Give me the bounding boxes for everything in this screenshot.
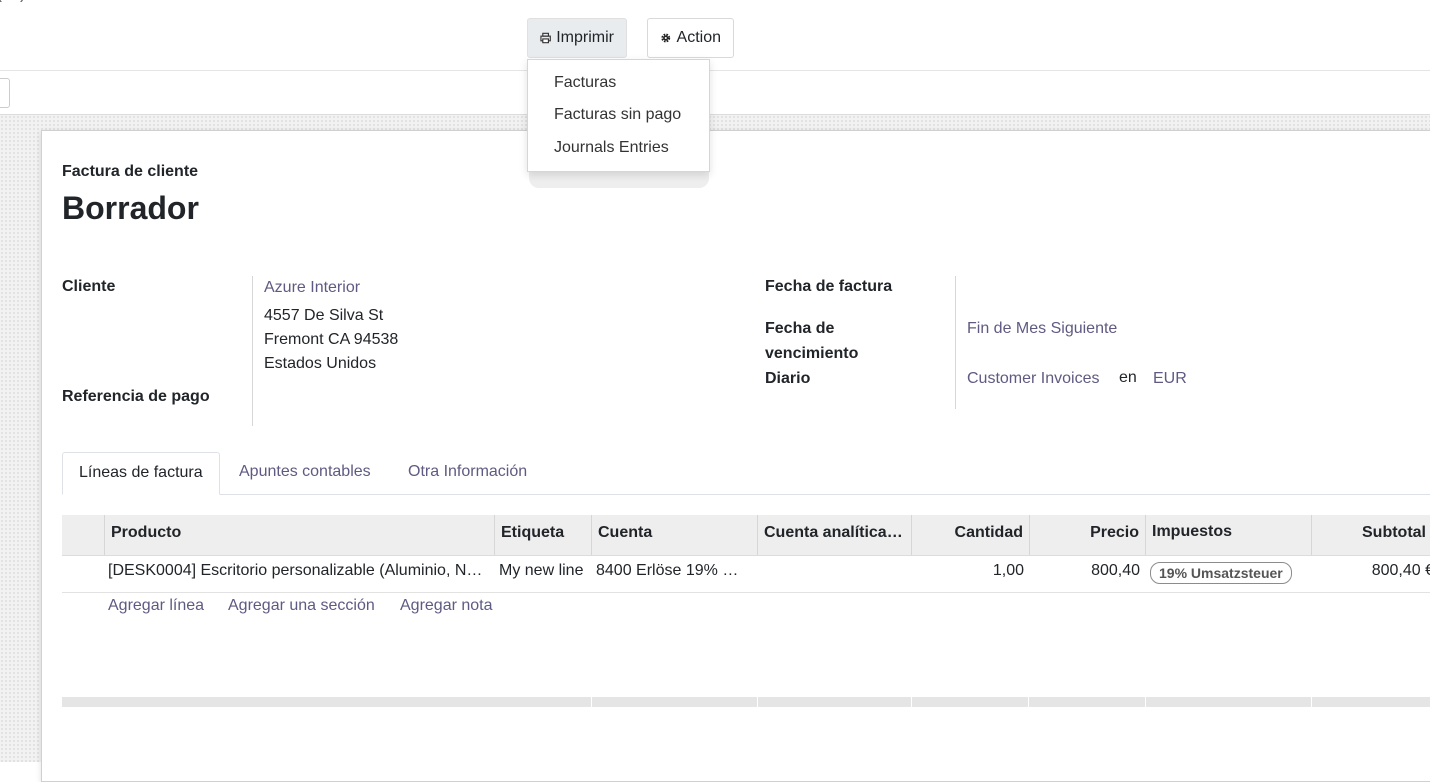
document-type: Factura de cliente xyxy=(62,163,199,180)
tax-badge[interactable]: 19% Umsatzsteuer xyxy=(1150,562,1292,584)
column-header-quantity[interactable]: Cantidad xyxy=(911,515,1029,555)
action-label: Action xyxy=(676,29,721,46)
cell-taxes[interactable]: 19% Umsatzsteuer xyxy=(1146,556,1311,592)
tab-other-info[interactable]: Otra Información xyxy=(392,452,543,494)
print-dropdown-menu: Facturas Facturas sin pago Journals Entr… xyxy=(527,59,710,172)
add-section-link[interactable]: Agregar una sección xyxy=(228,597,375,615)
table-header: Producto Etiqueta Cuenta Cuenta analític… xyxy=(62,515,1430,556)
cell-account[interactable]: 8400 Erlöse 19% USt xyxy=(592,556,747,592)
column-header-taxes[interactable]: Impuestos xyxy=(1145,515,1311,555)
notebook-tabs: Líneas de factura Apuntes contables Otra… xyxy=(62,452,1430,495)
due-date-label-line-2: vencimiento xyxy=(765,345,859,362)
customer-address-line-2: Fremont CA 94538 xyxy=(264,331,399,348)
action-button[interactable]: Action xyxy=(647,18,734,58)
column-header-account[interactable]: Cuenta xyxy=(591,515,757,555)
cell-price[interactable]: 800,40 xyxy=(1030,556,1144,592)
print-icon xyxy=(540,32,551,44)
column-header-analytic-account[interactable]: Cuenta analítica… xyxy=(757,515,911,555)
journal-field[interactable]: Customer Invoices xyxy=(967,367,1100,391)
menu-item-invoices[interactable]: Facturas xyxy=(554,74,616,92)
journal-label: Diario xyxy=(765,370,811,387)
print-button[interactable]: Imprimir xyxy=(527,18,627,58)
breadcrumb[interactable]: (…) xyxy=(0,0,26,3)
cell-subtotal: 800,40 € xyxy=(1371,562,1430,579)
invoice-date-label: Fecha de factura xyxy=(765,278,893,295)
control-panel: (…) Imprimir Action xyxy=(0,0,1430,71)
handle-column-header xyxy=(62,515,104,555)
status-bar xyxy=(0,71,1430,115)
table-row[interactable]: [DESK0004] Escritorio personalizable (Al… xyxy=(62,556,1430,593)
cell-quantity[interactable]: 1,00 xyxy=(912,556,1028,592)
menu-item-invoices-without-payment[interactable]: Facturas sin pago xyxy=(554,106,681,124)
journal-in-text: en xyxy=(1119,369,1137,386)
cell-product[interactable]: [DESK0004] Escritorio personalizable (Al… xyxy=(104,556,492,592)
column-header-price[interactable]: Precio xyxy=(1029,515,1145,555)
cell-analytic-account[interactable] xyxy=(758,556,910,592)
print-label: Imprimir xyxy=(556,29,614,46)
table-footer xyxy=(62,697,1430,707)
customer-address-line-1: 4557 De Silva St xyxy=(264,307,384,324)
due-date-field[interactable]: Fin de Mes Siguiente xyxy=(967,317,1117,341)
menu-item-journal-entries[interactable]: Journals Entries xyxy=(554,139,669,157)
customer-link[interactable]: Azure Interior xyxy=(264,276,360,300)
add-line-link[interactable]: Agregar línea xyxy=(108,597,204,615)
cell-label[interactable]: My new line xyxy=(495,556,591,592)
field-divider xyxy=(252,276,253,426)
due-date-label-line-1: Fecha de xyxy=(765,320,835,337)
customer-label: Cliente xyxy=(62,278,116,295)
add-note-link[interactable]: Agregar nota xyxy=(400,597,493,615)
column-header-subtotal[interactable]: Subtotal xyxy=(1311,515,1430,555)
currency-field[interactable]: EUR xyxy=(1153,367,1187,391)
field-divider xyxy=(955,276,956,409)
column-header-label[interactable]: Etiqueta xyxy=(494,515,591,555)
column-header-product[interactable]: Producto xyxy=(104,515,494,555)
tab-journal-items[interactable]: Apuntes contables xyxy=(223,452,387,494)
customer-address-line-3: Estados Unidos xyxy=(264,355,377,372)
payment-reference-label: Referencia de pago xyxy=(62,388,210,405)
page-title: Borrador xyxy=(62,190,199,226)
gear-icon xyxy=(661,33,671,43)
tab-invoice-lines[interactable]: Líneas de factura xyxy=(62,452,220,495)
pager-button[interactable] xyxy=(0,78,10,108)
